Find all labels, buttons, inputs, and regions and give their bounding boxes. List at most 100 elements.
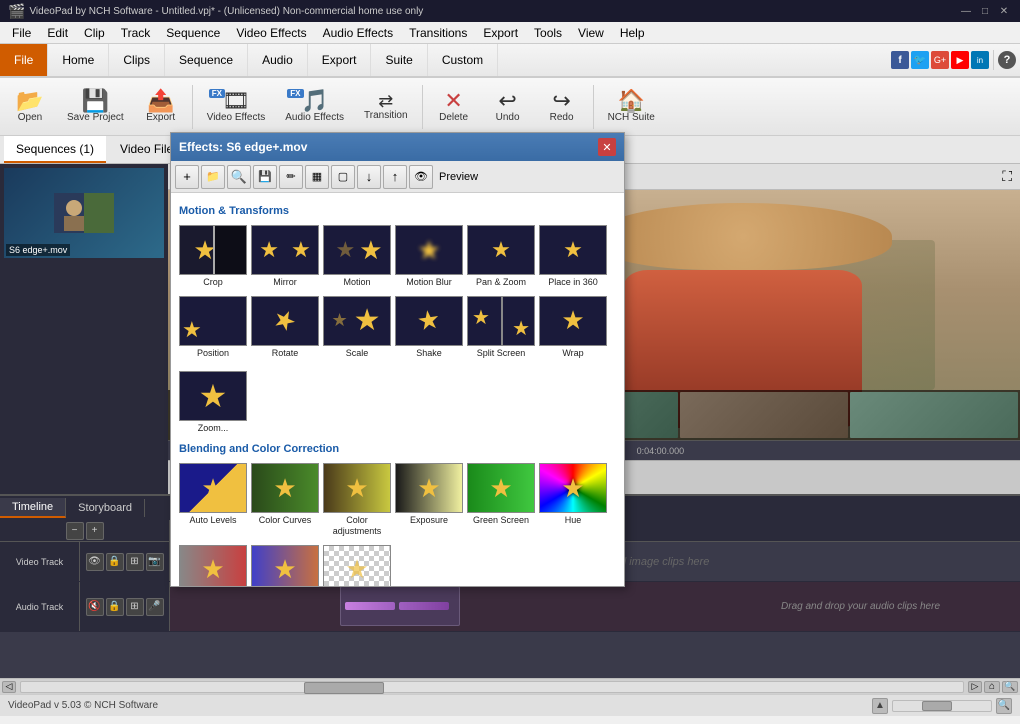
expand-preview-icon[interactable]: ⛶ [1002, 168, 1012, 185]
effects-add-folder-button[interactable]: 📁 [201, 165, 225, 189]
close-button[interactable]: ✕ [996, 4, 1012, 18]
save-project-button[interactable]: 💾 Save Project [58, 86, 133, 127]
effects-up-button[interactable]: ↓ [357, 165, 381, 189]
audio-track-lock-button[interactable]: 🔒 [106, 598, 124, 616]
effect-green-screen[interactable]: ★ Green Screen [467, 461, 535, 539]
audio-track-group-button[interactable]: ⊞ [126, 598, 144, 616]
status-scrollbar-thumb[interactable] [922, 701, 952, 711]
minimize-button[interactable]: — [958, 4, 974, 18]
effect-crop[interactable]: ★ Crop [179, 223, 247, 290]
effect-wrap[interactable]: ★ Wrap [539, 294, 607, 361]
scrollbar-thumb[interactable] [304, 682, 384, 694]
twitter-icon[interactable]: 🐦 [911, 51, 929, 69]
ribbon-tab-sequence[interactable]: Sequence [165, 44, 248, 76]
redo-button[interactable]: ↪ Redo [536, 86, 588, 127]
effects-add-button[interactable]: + [175, 165, 199, 189]
effect-place-360[interactable]: ★ Place in 360 [539, 223, 607, 290]
video-track-eye-button[interactable]: 👁 [86, 553, 104, 571]
timeline-zoom-in[interactable]: + [86, 522, 104, 540]
status-magnify-button[interactable]: 🔍 [996, 698, 1012, 714]
transition-button[interactable]: ⇄ Transition [355, 88, 417, 125]
video-track-camera-button[interactable]: 📷 [146, 553, 164, 571]
effects-select-button[interactable]: ▦ [305, 165, 329, 189]
ribbon-tab-audio[interactable]: Audio [248, 44, 308, 76]
menu-track[interactable]: Track [113, 24, 159, 42]
video-effects-button[interactable]: FX 🎞 Video Effects [198, 86, 275, 127]
menu-file[interactable]: File [4, 24, 39, 42]
video-track-lock-button[interactable]: 🔒 [106, 553, 124, 571]
audio-track-mic-button[interactable]: 🎤 [146, 598, 164, 616]
facebook-icon[interactable]: f [891, 51, 909, 69]
undo-button[interactable]: ↩ Undo [482, 86, 534, 127]
menu-video-effects[interactable]: Video Effects [228, 24, 314, 42]
sub-tab-sequences[interactable]: Sequences (1) [4, 136, 106, 163]
status-scrollbar[interactable] [892, 700, 992, 712]
effect-color-curves[interactable]: ★ Color Curves [251, 461, 319, 539]
effects-save-button[interactable]: 💾 [253, 165, 277, 189]
effects-content[interactable]: Motion & Transforms ★ Crop ★ ★ Mirr [171, 193, 624, 586]
effect-motion[interactable]: ★ ★ Motion [323, 223, 391, 290]
menu-sequence[interactable]: Sequence [158, 24, 228, 42]
google-icon[interactable]: G+ [931, 51, 949, 69]
audio-clip[interactable] [340, 586, 460, 626]
effects-edit-button[interactable]: ✏ [279, 165, 303, 189]
effect-scale[interactable]: ★ ★ Scale [323, 294, 391, 361]
menu-tools[interactable]: Tools [526, 24, 570, 42]
effect-pan-zoom[interactable]: ★ Pan & Zoom [467, 223, 535, 290]
menu-audio-effects[interactable]: Audio Effects [315, 24, 402, 42]
scrollbar-track[interactable] [20, 681, 964, 693]
maximize-button[interactable]: □ [977, 4, 993, 18]
effect-exposure[interactable]: ★ Exposure [395, 461, 463, 539]
effect-saturation[interactable]: ★ Saturation [179, 543, 247, 586]
ribbon-tab-export[interactable]: Export [308, 44, 372, 76]
menu-help[interactable]: Help [612, 24, 653, 42]
effect-motion-blur[interactable]: ★ Motion Blur [395, 223, 463, 290]
export-button[interactable]: 📤 Export [135, 86, 187, 127]
video-track-group-button[interactable]: ⊞ [126, 553, 144, 571]
menu-export[interactable]: Export [475, 24, 526, 42]
menu-edit[interactable]: Edit [39, 24, 76, 42]
help-icon[interactable]: ? [998, 51, 1016, 69]
menu-view[interactable]: View [570, 24, 612, 42]
ribbon-tab-home[interactable]: Home [48, 44, 109, 76]
ribbon-tab-file[interactable]: File [0, 44, 48, 76]
effects-deselect-button[interactable]: ▢ [331, 165, 355, 189]
effect-mirror[interactable]: ★ ★ Mirror [251, 223, 319, 290]
ribbon-tab-custom[interactable]: Custom [428, 44, 498, 76]
effect-zoom[interactable]: ★ Zoom... [179, 369, 247, 436]
effects-down-button[interactable]: ↑ [383, 165, 407, 189]
effect-split-screen[interactable]: ★ ★ Split Screen [467, 294, 535, 361]
effect-temperature[interactable]: ★ Temperature [251, 543, 319, 586]
menu-transitions[interactable]: Transitions [401, 24, 475, 42]
scroll-home-button[interactable]: ⌂ [984, 681, 1000, 693]
effect-auto-levels[interactable]: ★ Auto Levels [179, 461, 247, 539]
audio-track-body[interactable]: Drag and drop your audio clips here [170, 582, 1020, 631]
scroll-zoom-out-button[interactable]: 🔍 [1002, 681, 1018, 693]
audio-drop-zone-label[interactable]: Drag and drop your audio clips here [781, 601, 940, 612]
ribbon-tab-suite[interactable]: Suite [371, 44, 427, 76]
timeline-tab-storyboard[interactable]: Storyboard [66, 499, 145, 517]
effect-color-adj[interactable]: ★ Color adjustments [323, 461, 391, 539]
timeline-zoom-out[interactable]: − [66, 522, 84, 540]
scroll-right-button[interactable]: ▷ [968, 681, 982, 693]
open-button[interactable]: 📂 Open [4, 86, 56, 127]
effect-rotate[interactable]: ★ Rotate [251, 294, 319, 361]
ribbon-tab-clips[interactable]: Clips [109, 44, 165, 76]
delete-button[interactable]: ✕ Delete [428, 86, 480, 127]
timeline-tab-timeline[interactable]: Timeline [0, 498, 66, 518]
effect-hue[interactable]: ★ Hue [539, 461, 607, 539]
status-up-button[interactable]: ▲ [872, 698, 888, 714]
effect-transparency[interactable]: ★ Transparency [323, 543, 391, 586]
audio-effects-button[interactable]: FX 🎵 Audio Effects [276, 86, 353, 127]
scroll-left-button[interactable]: ◁ [2, 681, 16, 693]
effect-position[interactable]: ★ Position [179, 294, 247, 361]
youtube-icon[interactable]: ▶ [951, 51, 969, 69]
clip-thumbnail[interactable]: S6 edge+.mov [4, 168, 164, 258]
nch-suite-button[interactable]: 🏠 NCH Suite [599, 86, 664, 127]
linkedin-icon[interactable]: in [971, 51, 989, 69]
audio-track-mute-button[interactable]: 🔇 [86, 598, 104, 616]
menu-clip[interactable]: Clip [76, 24, 113, 42]
h-scrollbar[interactable]: ◁ ▷ ⌂ 🔍 [0, 678, 1020, 694]
effects-search-button[interactable]: 🔍 [227, 165, 251, 189]
effect-shake[interactable]: ★ Shake [395, 294, 463, 361]
